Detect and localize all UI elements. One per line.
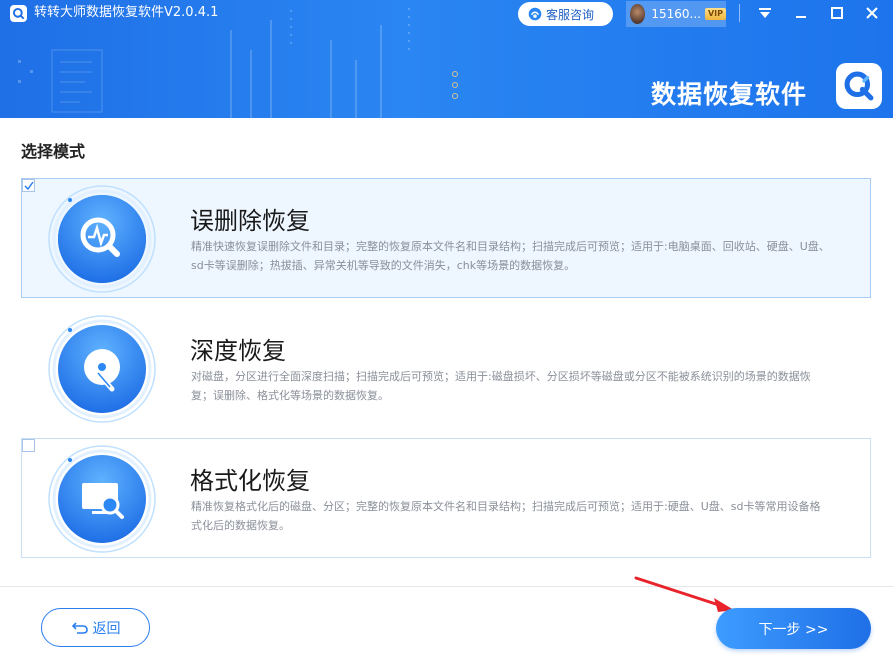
back-label: 返回 — [92, 620, 121, 637]
mode-card-deleted-recovery[interactable]: 误删除恢复 精准快速恢复误删除文件和目录；完整的恢复原本文件名和目录结构；扫描完… — [21, 178, 871, 298]
close-button[interactable] — [861, 3, 883, 23]
maximize-button[interactable] — [826, 3, 848, 23]
maximize-icon — [831, 7, 843, 19]
next-step-button[interactable]: 下一步 >> — [716, 608, 871, 649]
minimize-button[interactable] — [790, 3, 812, 23]
vip-badge: VIP — [704, 8, 726, 20]
brand-text: 数据恢复软件 — [651, 80, 808, 109]
dropdown-menu-icon — [759, 8, 771, 18]
magnifier-pulse-icon — [46, 183, 158, 295]
title-bar: 转转大师数据恢复软件V2.0.4.1 客服咨询 15160... VIP 数据恢… — [0, 0, 893, 118]
monitor-search-icon — [46, 443, 158, 555]
red-arrow-annotation — [634, 576, 734, 612]
mode-description: 精准恢复格式化后的磁盘、分区；完整的恢复原本文件名和目录结构；扫描完成后可预览；… — [191, 500, 821, 532]
section-title: 选择模式 — [21, 142, 86, 161]
customer-support-button[interactable]: 客服咨询 — [518, 2, 613, 26]
support-label: 客服咨询 — [546, 7, 595, 22]
user-account[interactable]: 15160... VIP — [626, 1, 726, 27]
mode-checkbox[interactable] — [22, 439, 35, 452]
app-title: 转转大师数据恢复软件V2.0.4.1 — [34, 5, 219, 20]
mode-description: 精准快速恢复误删除文件和目录；完整的恢复原本文件名和目录结构；扫描完成后可预览；… — [191, 240, 830, 272]
mode-checkbox[interactable] — [22, 179, 35, 192]
close-icon — [866, 7, 878, 19]
user-name: 15160... — [651, 7, 701, 21]
mode-description: 对磁盘，分区进行全面深度扫描；扫描完成后可预览；适用于:磁盘损坏、分区损坏等磁盘… — [191, 370, 811, 402]
headset-icon — [528, 7, 542, 21]
window-controls-divider — [739, 4, 740, 22]
menu-button[interactable] — [754, 3, 776, 23]
brand-logo — [836, 63, 882, 109]
app-logo-icon — [12, 7, 25, 20]
footer-divider — [0, 586, 893, 587]
brand-logo-icon — [844, 71, 874, 101]
mode-card-deep-recovery[interactable]: 深度恢复 对磁盘，分区进行全面深度扫描；扫描完成后可预览；适用于:磁盘损坏、分区… — [21, 308, 871, 428]
app-logo — [10, 5, 27, 22]
checkmark-icon — [23, 181, 34, 190]
mode-title: 格式化恢复 — [190, 467, 310, 495]
mode-title: 深度恢复 — [190, 337, 286, 365]
minimize-icon — [796, 16, 806, 18]
mode-title: 误删除恢复 — [190, 207, 310, 235]
mode-card-format-recovery[interactable]: 格式化恢复 精准恢复格式化后的磁盘、分区；完整的恢复原本文件名和目录结构；扫描完… — [21, 438, 871, 558]
avatar — [630, 4, 646, 24]
next-label: 下一步 >> — [758, 621, 829, 638]
back-arrow-icon — [71, 621, 88, 634]
disk-icon — [46, 313, 158, 425]
back-button[interactable]: 返回 — [41, 608, 150, 647]
